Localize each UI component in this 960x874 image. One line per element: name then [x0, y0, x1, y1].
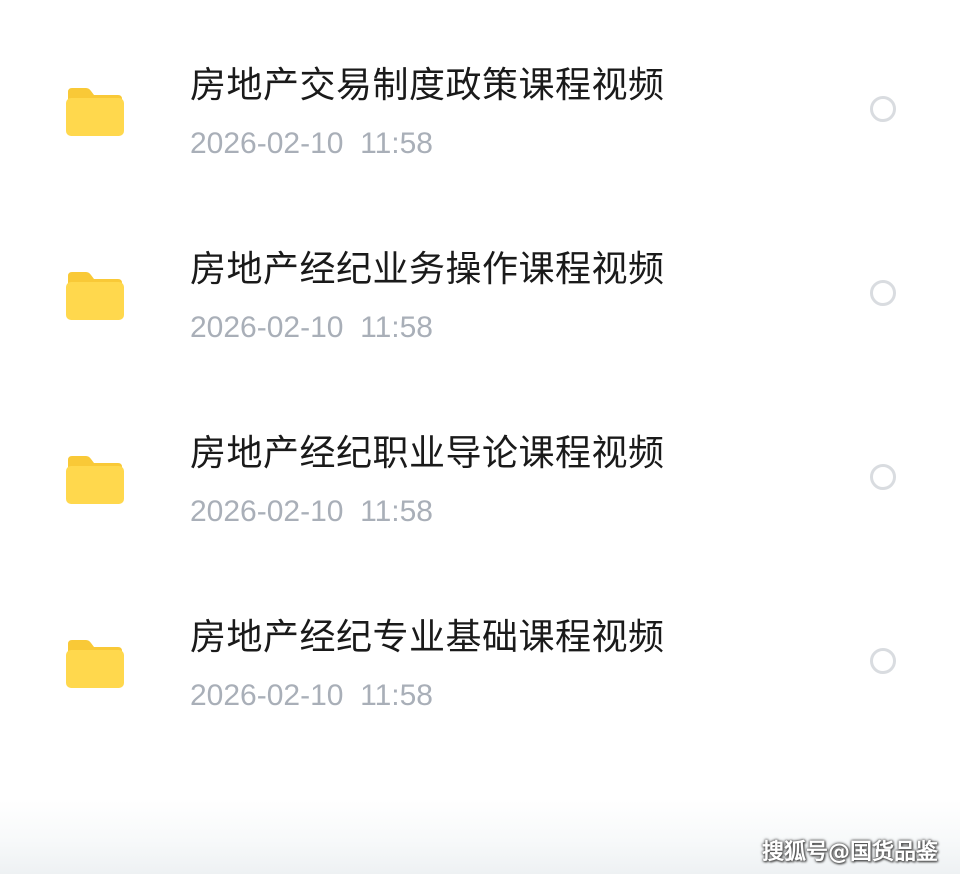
file-date: 2026-02-10 11:58 [190, 311, 433, 344]
folder-icon [64, 270, 124, 322]
list-item[interactable]: 房地产经纪专业基础课程视频 2026-02-10 11:58 [0, 572, 960, 756]
select-radio[interactable] [870, 96, 896, 122]
select-radio[interactable] [870, 648, 896, 674]
file-name: 房地产经纪业务操作课程视频 [190, 249, 665, 290]
folder-icon [64, 638, 124, 690]
folder-icon [64, 86, 124, 138]
file-name: 房地产经纪专业基础课程视频 [190, 617, 665, 658]
file-name: 房地产交易制度政策课程视频 [190, 65, 665, 106]
select-radio[interactable] [870, 464, 896, 490]
watermark: 搜狐号@国货品鉴 [761, 840, 938, 865]
file-list: 房地产交易制度政策课程视频 2026-02-10 11:58 房地产经纪业务操作… [0, 0, 960, 874]
list-item[interactable]: 房地产经纪职业导论课程视频 2026-02-10 11:58 [0, 388, 960, 572]
select-radio[interactable] [870, 280, 896, 306]
file-name: 房地产经纪职业导论课程视频 [190, 433, 665, 474]
file-date: 2026-02-10 11:58 [190, 127, 433, 160]
list-item[interactable]: 房地产经纪业务操作课程视频 2026-02-10 11:58 [0, 204, 960, 388]
file-date: 2026-02-10 11:58 [190, 679, 433, 712]
file-date: 2026-02-10 11:58 [190, 495, 433, 528]
list-item[interactable]: 房地产交易制度政策课程视频 2026-02-10 11:58 [0, 20, 960, 204]
folder-icon [64, 454, 124, 506]
